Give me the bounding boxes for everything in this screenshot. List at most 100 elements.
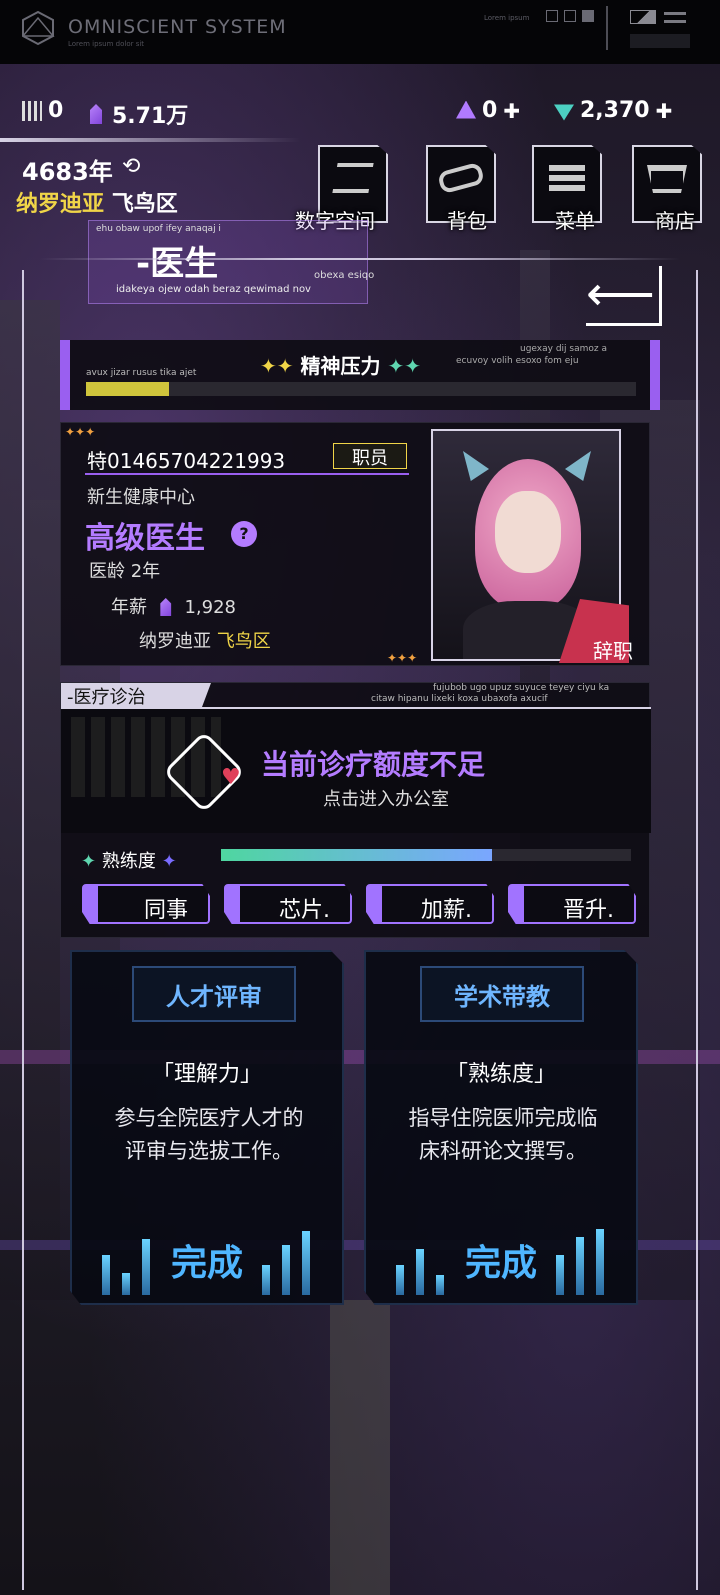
job-title: -医生 [136, 244, 219, 284]
stress-track [86, 382, 636, 396]
portrait-ear [565, 451, 591, 481]
system-title: OMNISCIENT SYSTEM [68, 16, 287, 38]
task-card-review[interactable]: 人才评审 「理解力」 参与全院医疗人才的评审与选拔工作。 完成 [70, 950, 344, 1305]
staff-badge: 职员 [333, 443, 407, 469]
profile-card: ✦✦✦ 特01465704221993 职员 新生健康中心 高级医生 ? 医龄 … [60, 422, 650, 666]
money-icon [160, 598, 172, 616]
resign-label: 辞职 [593, 639, 633, 663]
bag-icon [436, 161, 486, 195]
nav-bag-label: 背包 [447, 209, 487, 233]
profile-city: 纳罗迪亚 [139, 631, 211, 652]
task-header: 学术带教 [420, 966, 584, 1022]
money-resource: 5.71万 [86, 98, 188, 130]
button-accent [84, 886, 98, 922]
refresh-icon[interactable]: ⟲ [122, 154, 140, 179]
back-arrow-icon: ⟵ [586, 266, 655, 322]
stress-fill [86, 382, 169, 396]
skill-label-row: ✦ 熟练度 ✦ [81, 847, 177, 873]
medical-caption-2: citaw hipanu lixeki koxa ubaxofa axucif [371, 694, 548, 704]
add-diamonds-button[interactable]: ✚ [656, 99, 673, 123]
task-header: 人才评审 [132, 966, 296, 1022]
corner-text: Lorem ipsum [484, 14, 530, 22]
stress-title: ✦✦ 精神压力 ✦✦ [260, 350, 421, 379]
profile-district: 飞鸟区 [216, 631, 271, 652]
bars-icon [664, 20, 686, 23]
stars-icon: ✦✦✦ [65, 425, 96, 439]
job-caption-bottom: idakeya ojew odah beraz qewimad nov [116, 284, 311, 295]
task-card-teaching[interactable]: 学术带教 「熟练度」 指导住院医师完成临床科研论文撰写。 完成 [364, 950, 638, 1305]
profile-id: 特01465704221993 [87, 449, 286, 473]
quota-alert: 当前诊疗额度不足 [261, 748, 486, 781]
divider [85, 473, 409, 475]
colleague-button[interactable]: 同事 [82, 884, 210, 924]
task-description: 参与全院医疗人才的评审与选拔工作。 [114, 1106, 304, 1163]
task-description: 指导住院医师完成临床科研论文撰写。 [408, 1106, 598, 1163]
medical-caption-1: fujubob ugo upuz suyuce teyey ciyu ka [433, 683, 610, 693]
stress-panel: ✦✦ 精神压力 ✦✦ avux jizar rusus tika ajet ug… [60, 340, 660, 410]
window-close-icon [564, 10, 576, 22]
back-button[interactable]: ⟵ [586, 266, 662, 326]
money-icon [90, 104, 102, 124]
org-name: 新生健康中心 [87, 487, 195, 508]
stress-caption-right-1: ugexay dij samoz a [520, 344, 607, 354]
profile-location: 纳罗迪亚 飞鸟区 [139, 627, 271, 653]
skill-track [221, 849, 631, 861]
star-icon: ✦ [81, 851, 97, 872]
district-name: 飞鸟区 [111, 192, 178, 217]
status-block [630, 34, 690, 48]
task-status: 完成 [170, 1243, 243, 1284]
window-fill-icon [582, 10, 594, 22]
task-status: 完成 [464, 1243, 537, 1284]
stars-icon: ✦✦✦ [387, 651, 418, 665]
office-entry-button[interactable]: ♥ 当前诊疗额度不足 点击进入办公室 [61, 709, 651, 833]
system-top-bar: OMNISCIENT SYSTEM Lorem ipsum dolor sit … [0, 0, 720, 64]
chip-label: 芯片. [279, 898, 330, 923]
help-icon[interactable]: ? [231, 521, 257, 547]
nav-shop-label: 商店 [655, 209, 695, 233]
salary-value: 1,928 [184, 597, 236, 618]
gems-count: 0 [482, 98, 498, 123]
stress-caption-right-2: ecuvoy volih esoxo fom eju [456, 356, 579, 366]
promotion-button[interactable]: 晋升. [508, 884, 636, 924]
button-accent [226, 886, 240, 922]
heart-icon: ♥ [221, 765, 241, 790]
salary-row: 年薪 1,928 [111, 593, 236, 619]
display-icon [630, 10, 656, 24]
add-gems-button[interactable]: ✚ [503, 99, 520, 123]
cart-icon [647, 165, 687, 193]
promotion-label: 晋升. [563, 898, 614, 923]
star-icon: ✦✦ [387, 354, 421, 378]
chip-button[interactable]: 芯片. [224, 884, 352, 924]
logo-icon [22, 10, 55, 46]
layers-icon [332, 163, 374, 193]
menu-icon [549, 165, 585, 191]
salary-label: 年薪 [111, 597, 147, 618]
diamonds-resource: 2,370 ✚ [554, 98, 672, 123]
chips-count: 0 [48, 98, 64, 123]
diamonds-count: 2,370 [580, 98, 650, 123]
rank-title: 高级医生 [85, 521, 205, 556]
frame-line-right [696, 270, 698, 1590]
divider [606, 6, 608, 50]
raise-button[interactable]: 加薪. [366, 884, 494, 924]
chips-resource: 0 [22, 98, 63, 123]
skill-fill [221, 849, 492, 861]
money-count: 5.71万 [112, 104, 189, 129]
chip-icon [22, 100, 42, 121]
portrait-face [495, 491, 561, 573]
stress-caption-left: avux jizar rusus tika ajet [86, 368, 197, 378]
star-icon: ✦ [161, 851, 177, 872]
task-attribute: 「理解力」 [151, 1062, 262, 1087]
city-name: 纳罗迪亚 [16, 192, 105, 217]
diamond-icon [554, 104, 574, 121]
game-screen: { "system": {"title":"OMNISCIENT SYSTEM"… [0, 0, 720, 1595]
button-accent [368, 886, 382, 922]
window-box-icon [546, 10, 558, 22]
divider [40, 258, 680, 260]
divider [0, 138, 300, 142]
portrait-ear [463, 451, 489, 481]
raise-label: 加薪. [421, 898, 472, 923]
gems-resource: 0 ✚ [456, 98, 520, 123]
job-caption-top: ehu obaw upof ifey anaqaj i [96, 224, 221, 234]
medical-header: -医疗诊治 [67, 687, 146, 708]
